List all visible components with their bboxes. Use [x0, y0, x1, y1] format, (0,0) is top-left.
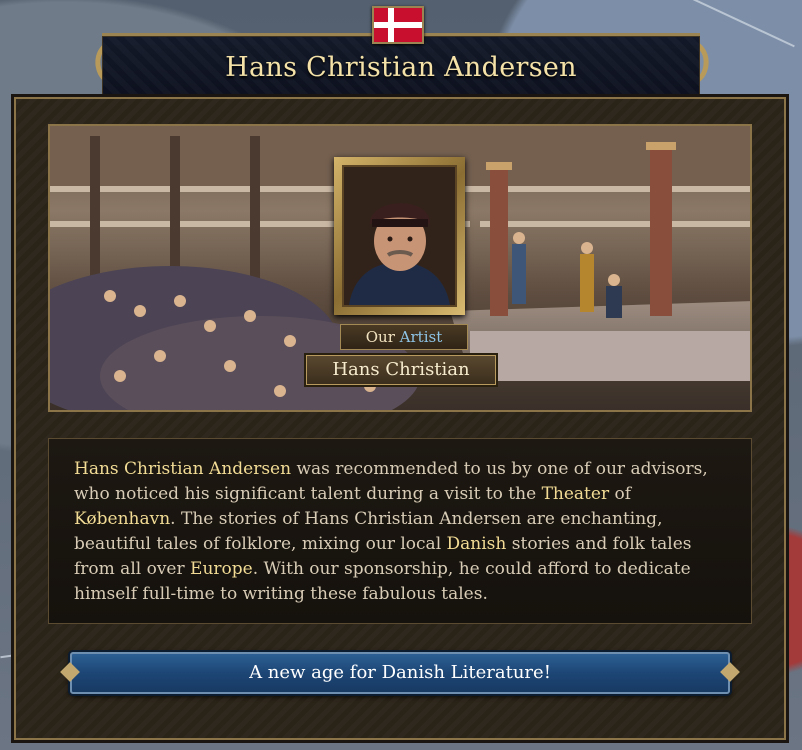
character-role-plate: Our Artist: [340, 324, 468, 350]
portrait-image: [344, 167, 455, 305]
highlighted-term[interactable]: Hans Christian Andersen: [74, 459, 291, 479]
character-portrait-frame[interactable]: [334, 157, 465, 315]
highlighted-term[interactable]: København: [74, 509, 170, 529]
description-text: of: [609, 484, 632, 504]
role-name[interactable]: Artist: [400, 328, 443, 346]
highlighted-term[interactable]: Theater: [542, 484, 610, 504]
event-description: Hans Christian Andersen was recommended …: [74, 457, 736, 607]
highlighted-term[interactable]: Europe: [190, 559, 253, 579]
character-name-plate[interactable]: Hans Christian: [306, 355, 496, 385]
event-title: Hans Christian Andersen: [225, 52, 577, 83]
character-portrait: [342, 165, 457, 307]
highlighted-term[interactable]: Danish: [447, 534, 507, 554]
denmark-flag-icon[interactable]: [372, 6, 424, 44]
event-option-button[interactable]: A new age for Danish Literature!: [70, 652, 730, 694]
role-prefix: Our: [365, 328, 395, 346]
